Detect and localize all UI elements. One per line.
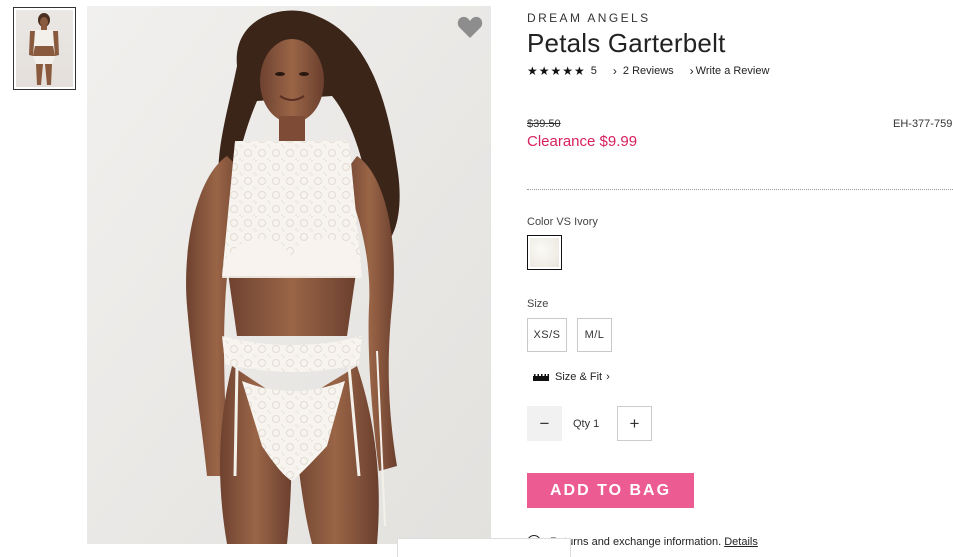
swatch-fill (530, 238, 559, 267)
chevron-right-icon: › (689, 64, 694, 78)
star-rating-icons: ★★★★★ (527, 64, 586, 78)
returns-text: Returns and exchange information. (550, 536, 722, 548)
product-main-image (87, 6, 491, 544)
quantity-increase-button[interactable]: + (617, 406, 652, 441)
size-option-xs-s[interactable]: XS/S (527, 318, 567, 352)
chevron-right-icon: › (612, 64, 617, 78)
sale-price: Clearance $9.99 (527, 133, 638, 150)
original-price: $39.50 (527, 118, 561, 130)
product-title: Petals Garterbelt (527, 28, 726, 58)
returns-details-link[interactable]: Details (724, 536, 758, 548)
reviews-link[interactable]: › 2 Reviews (613, 64, 674, 78)
section-divider (527, 189, 953, 190)
write-review-link[interactable]: › Write a Review (690, 64, 770, 78)
add-to-bag-button[interactable]: ADD TO BAG (527, 473, 694, 508)
rating-value: 5 (590, 65, 597, 77)
size-fit-link[interactable]: Size & Fit › (533, 371, 610, 383)
product-sku: EH-377-759 (893, 118, 953, 130)
product-thumbnail[interactable] (13, 7, 76, 90)
model-illustration (87, 6, 491, 544)
reviews-link-label: 2 Reviews (622, 65, 674, 77)
write-review-label: Write a Review (695, 65, 770, 77)
chevron-right-icon: › (606, 371, 610, 383)
color-label: Color VS Ivory (527, 216, 598, 228)
thumbnail-column (13, 7, 76, 90)
size-option-m-l[interactable]: M/L (577, 318, 612, 352)
size-label: Size (527, 298, 549, 310)
size-fit-label: Size & Fit (555, 371, 603, 383)
wishlist-heart-icon[interactable] (457, 15, 483, 39)
rating-row: ★★★★★ 5 › 2 Reviews › Write a Review (527, 64, 769, 78)
quantity-decrease-button[interactable]: − (527, 406, 562, 441)
quantity-value: Qty 1 (573, 418, 600, 430)
color-swatch-ivory[interactable] (527, 235, 562, 270)
floating-panel (397, 538, 571, 557)
brand-label: DREAM ANGELS (527, 11, 651, 25)
ruler-icon (533, 373, 549, 381)
thumbnail-image (16, 10, 73, 87)
